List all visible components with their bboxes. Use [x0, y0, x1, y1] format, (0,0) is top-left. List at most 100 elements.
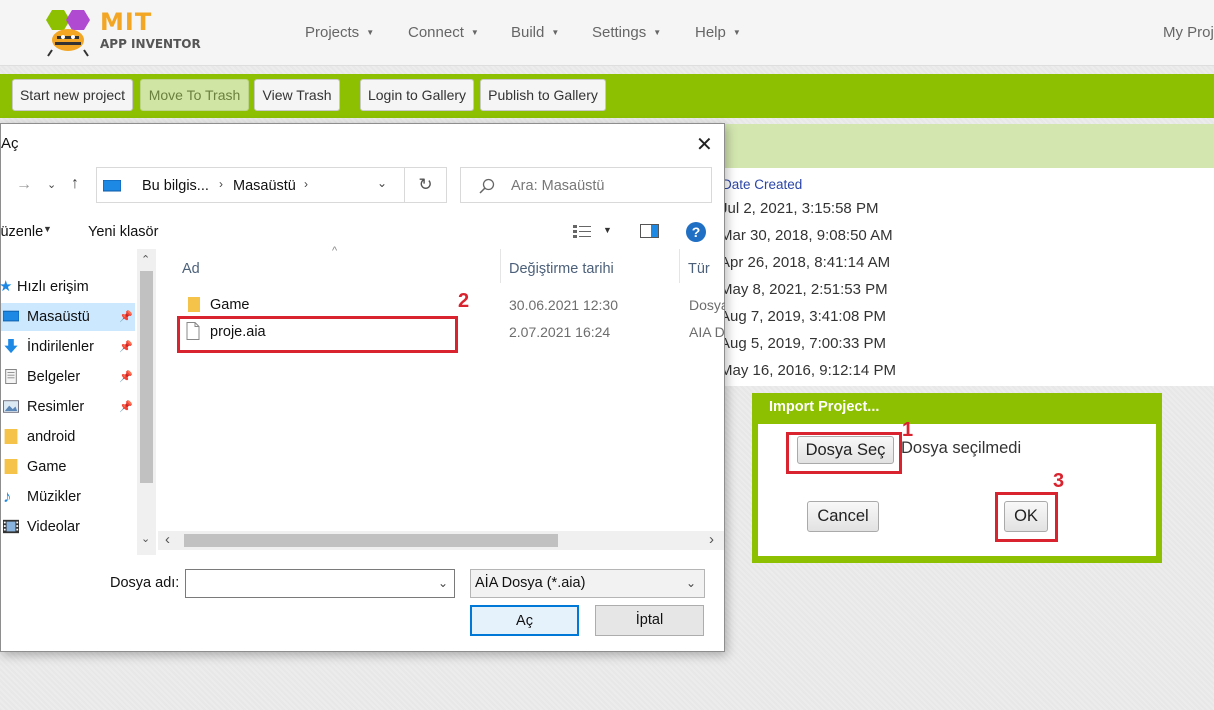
sidebar-item-videos[interactable]: Videolar: [1, 513, 135, 541]
nav-build[interactable]: Build ▼: [511, 24, 559, 41]
sidebar-item-music[interactable]: ♪ Müzikler: [1, 483, 135, 511]
sidebar-item-quick-access[interactable]: ★ Hızlı erişim: [0, 273, 135, 301]
file-row-game[interactable]: Game 30.06.2021 12:30 Dosya: [178, 293, 725, 317]
up-arrow-icon[interactable]: ↑: [71, 175, 79, 193]
annotation-box-ok: [995, 492, 1058, 542]
import-dialog-title: Import Project...: [769, 399, 880, 415]
no-file-chosen-text: Dosya seçilmedi: [901, 439, 1022, 457]
scroll-down-icon[interactable]: ⌄: [141, 532, 150, 545]
cancel-button[interactable]: Cancel: [807, 501, 879, 532]
breadcrumb-separator-icon: ›: [219, 177, 223, 191]
sidebar-item-label: Belgeler: [27, 369, 81, 385]
nav-connect[interactable]: Connect ▼: [408, 24, 479, 41]
caret-down-icon: ▼: [653, 28, 662, 37]
annotation-box-file: [177, 316, 458, 353]
project-date-cell: Jul 2, 2021, 3:15:58 PM: [720, 200, 879, 217]
move-to-trash-button[interactable]: Move To Trash: [140, 79, 249, 111]
date-created-column-header[interactable]: Date Created: [722, 177, 802, 192]
project-date-cell: Aug 7, 2019, 3:41:08 PM: [720, 308, 886, 325]
scroll-right-icon[interactable]: ›: [709, 531, 714, 548]
pin-icon[interactable]: 📌: [119, 393, 133, 421]
sidebar-item-pictures[interactable]: Resimler 📌: [1, 393, 135, 421]
file-type-dropdown-icon[interactable]: ⌄: [686, 570, 696, 597]
filename-dropdown-icon[interactable]: ⌄: [438, 570, 448, 597]
app-inventor-logo[interactable]: MIT APP INVENTOR: [42, 6, 212, 58]
sidebar-item-game[interactable]: Game: [1, 453, 135, 481]
annotation-number-3: 3: [1053, 470, 1065, 492]
caret-down-icon: ▼: [732, 28, 741, 37]
nav-projects[interactable]: Projects ▼: [305, 24, 374, 41]
login-to-gallery-button[interactable]: Login to Gallery: [360, 79, 474, 111]
caret-down-icon: ▼: [43, 224, 52, 234]
sidebar-item-label: android: [27, 429, 76, 445]
refresh-icon[interactable]: ↻: [405, 167, 447, 203]
new-folder-button[interactable]: Yeni klasör: [88, 224, 158, 240]
column-header-type[interactable]: Tür: [688, 261, 710, 277]
address-bar[interactable]: Bu bilgis... › Masaüstü › ⌄: [96, 167, 405, 203]
project-list: Date Created Jul 2, 2021, 3:15:58 PM Mar…: [712, 168, 1214, 386]
scroll-left-icon[interactable]: ‹: [165, 531, 170, 548]
sidebar-item-downloads[interactable]: İndirilenler 📌: [1, 333, 135, 361]
caret-down-icon: ▼: [366, 28, 375, 37]
sidebar-item-desktop[interactable]: Masaüstü 📌: [1, 303, 135, 331]
search-icon: [479, 178, 495, 194]
sidebar-item-android[interactable]: android: [1, 423, 135, 451]
recent-locations-chevron-icon[interactable]: ⌄: [47, 178, 56, 191]
sidebar-scrollbar[interactable]: ⌃ ⌄: [137, 249, 156, 555]
breadcrumb-this-pc[interactable]: Bu bilgis...: [142, 178, 209, 194]
nav-help[interactable]: Help ▼: [695, 24, 741, 41]
project-date-cell: May 8, 2021, 2:51:53 PM: [720, 281, 888, 298]
file-date: 30.06.2021 12:30: [509, 297, 618, 313]
preview-pane-icon[interactable]: [640, 224, 660, 239]
music-icon: ♪: [3, 487, 12, 506]
cancel-file-button[interactable]: İptal: [595, 605, 704, 636]
caret-down-icon: ▼: [551, 28, 560, 37]
sidebar-item-label: İndirilenler: [27, 339, 94, 355]
file-open-dialog: Aç ✕ → ⌄ ↑ Bu bilgis... › Masaüstü › ⌄ ↻…: [0, 123, 725, 652]
publish-to-gallery-button[interactable]: Publish to Gallery: [480, 79, 606, 111]
column-header-date-modified[interactable]: Değiştirme tarihi: [509, 261, 614, 277]
scroll-up-icon[interactable]: ⌃: [141, 253, 150, 266]
help-icon[interactable]: ?: [685, 221, 707, 243]
pin-icon[interactable]: 📌: [119, 303, 133, 331]
nav-settings-label: Settings: [592, 24, 647, 41]
scrollbar-thumb[interactable]: [140, 271, 153, 483]
logo-title: MIT: [100, 8, 153, 36]
nav-my-projects[interactable]: My Proj: [1163, 24, 1214, 41]
sort-ascending-icon: ^: [332, 245, 338, 257]
nav-help-label: Help: [695, 24, 726, 41]
sidebar-item-label: Hızlı erişim: [17, 279, 89, 295]
computer-icon: [103, 180, 121, 192]
sidebar-item-label: Müzikler: [27, 489, 81, 505]
nav-settings[interactable]: Settings ▼: [592, 24, 661, 41]
pin-icon[interactable]: 📌: [119, 363, 133, 391]
annotation-box-choose-file: [786, 432, 902, 474]
organize-label: Düzenle: [1, 224, 44, 240]
open-button[interactable]: Aç: [470, 605, 579, 636]
svg-text:?: ?: [692, 224, 701, 240]
star-icon: ★: [0, 278, 13, 295]
folder-icon: [188, 297, 200, 312]
view-options-dropdown-icon[interactable]: ▼: [603, 225, 612, 235]
annotation-number-2: 2: [458, 290, 470, 312]
start-new-project-button[interactable]: Start new project: [12, 79, 133, 111]
address-dropdown-icon[interactable]: ⌄: [377, 176, 387, 190]
breadcrumb-desktop[interactable]: Masaüstü: [233, 178, 296, 194]
pictures-icon: [3, 400, 19, 413]
view-trash-button[interactable]: View Trash: [254, 79, 340, 111]
file-list-horizontal-scrollbar[interactable]: ‹ ›: [158, 531, 724, 550]
scrollbar-thumb[interactable]: [184, 534, 558, 547]
top-navigation-bar: MIT APP INVENTOR Projects ▼ Connect ▼ Buil…: [0, 0, 1214, 66]
project-date-cell: Mar 30, 2018, 9:08:50 AM: [720, 227, 893, 244]
close-icon[interactable]: ✕: [696, 132, 713, 157]
breadcrumb-separator-icon: ›: [304, 177, 308, 191]
filename-input[interactable]: ⌄: [185, 569, 455, 598]
view-options-icon[interactable]: [573, 224, 593, 240]
file-type: AIA D: [689, 324, 725, 340]
sidebar-item-documents[interactable]: Belgeler 📌: [1, 363, 135, 391]
column-header-name[interactable]: Ad: [182, 261, 200, 277]
search-box[interactable]: Ara: Masaüstü: [460, 167, 712, 203]
pin-icon[interactable]: 📌: [119, 333, 133, 361]
forward-arrow-icon[interactable]: →: [16, 176, 32, 194]
file-type-select[interactable]: AİA Dosya (*.aia) ⌄: [470, 569, 705, 598]
